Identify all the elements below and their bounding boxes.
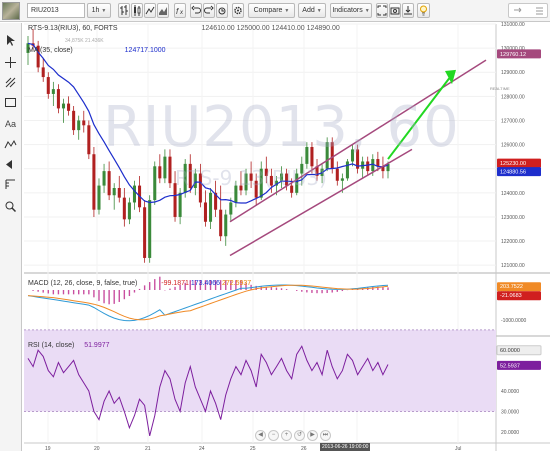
crosshair-date-label: 2013-06-26 19:00:00 <box>320 443 371 451</box>
candle-body <box>203 202 207 222</box>
price-tick-label: 129000.00 <box>501 70 525 76</box>
scroll-left-icon[interactable]: ◀ <box>255 430 266 441</box>
candle-body <box>46 77 50 94</box>
scroll-right-icon[interactable]: ▶ <box>307 430 318 441</box>
rsi-legend: RSI (14, close) 51.9977 <box>28 342 110 349</box>
candle-body <box>97 185 101 210</box>
reset-icon[interactable]: ↺ <box>294 430 305 441</box>
macd-hist-value: -99.1871 <box>161 280 189 287</box>
candle-body <box>132 185 136 203</box>
price-chart[interactable]: 131000.00130000.00129000.00128000.001270… <box>0 0 550 451</box>
rsi-tag-value: 52.5937 <box>500 363 520 369</box>
candle-body <box>178 192 182 217</box>
macd-tag-orange: 203.7522 <box>500 284 523 290</box>
rsi-value: 51.9977 <box>84 342 110 349</box>
candle-body <box>107 171 111 196</box>
candle-body <box>229 202 233 215</box>
macd-signal-value: 272.5937 <box>221 280 252 287</box>
candle-body <box>92 154 96 210</box>
time-tick-label: Jul <box>455 446 461 451</box>
candle-body <box>77 120 81 131</box>
macd-tick-label: -1000.0000 <box>501 318 527 324</box>
main-title: RTS-9.13(RIU3), 60, FORTS <box>28 25 118 32</box>
scroll-end-icon[interactable]: ⏭ <box>320 430 331 441</box>
rsi-label: RSI (14, close) <box>28 342 75 349</box>
candle-body <box>56 89 60 109</box>
candle-body <box>340 178 344 181</box>
candle-body <box>127 202 131 220</box>
time-tick-label: 21 <box>145 446 151 451</box>
candle-body <box>122 197 126 220</box>
price-tag-last: 125230.00 <box>500 161 526 167</box>
macd-label: MACD (12, 26, close, 9, false, true) <box>28 280 138 287</box>
candle-body <box>148 200 152 258</box>
time-tick-label: 26 <box>301 446 307 451</box>
ma-value: 124717.1000 <box>124 47 166 54</box>
candle-body <box>168 156 172 184</box>
macd-line <box>27 284 389 322</box>
candle-body <box>82 120 86 126</box>
price-tick-label: 123000.00 <box>501 215 525 221</box>
time-tick-label: 25 <box>250 446 256 451</box>
high-value: 125000.00 <box>236 25 270 32</box>
time-tick-label: 24 <box>199 446 205 451</box>
candle-body <box>376 159 380 167</box>
ma-legend: MA (35, close) 124717.1000 <box>28 47 166 54</box>
macd-legend: MACD (12, 26, close, 9, false, true) -99… <box>28 280 251 287</box>
rsi-tick-label: 30.0000 <box>501 409 519 415</box>
candle-body <box>87 125 91 155</box>
candle-body <box>67 103 71 111</box>
candle-body <box>117 188 121 198</box>
candle-body <box>219 209 223 237</box>
macd-tag-red: -21.0683 <box>500 293 522 299</box>
candle-body <box>153 166 157 201</box>
candle-body <box>102 171 106 186</box>
candle-body <box>335 168 339 181</box>
price-tick-label: 127000.00 <box>501 118 525 124</box>
price-tag-ma: 124880.56 <box>500 170 526 176</box>
ma-label: MA (35, close) <box>28 47 73 54</box>
price-tick-label: 121000.00 <box>501 263 525 269</box>
zoom-in-icon[interactable]: + <box>281 430 292 441</box>
candle-body <box>158 166 162 179</box>
open-value: 124610.00 <box>201 25 235 32</box>
rsi-tick-label: 40.0000 <box>501 389 519 395</box>
candle-body <box>143 207 147 258</box>
price-tick-label: 124000.00 <box>501 191 525 197</box>
price-tick-label: 131000.00 <box>501 22 525 28</box>
price-tag-channel: 129760.12 <box>500 52 526 58</box>
candle-body <box>41 67 45 78</box>
description-watermark: RTS-9.13(RIU3) <box>175 166 327 190</box>
candle-body <box>112 188 116 196</box>
candle-body <box>366 161 370 172</box>
low-value: 124410.00 <box>271 25 305 32</box>
macd-line-value: 173.4066 <box>190 280 221 287</box>
realtime-label: REALTIME <box>490 86 510 91</box>
price-tick-label: 126000.00 <box>501 143 525 149</box>
candle-body <box>224 214 228 237</box>
zoom-out-icon[interactable]: − <box>268 430 279 441</box>
rsi-tag-top: 60.0000 <box>500 348 520 354</box>
candle-body <box>51 89 55 94</box>
candle-body <box>72 110 76 131</box>
symbol-watermark: RIU2013, 60 <box>103 95 460 160</box>
main-legend: RTS-9.13(RIU3), 60, FORTS 124610.00 1250… <box>28 25 340 32</box>
candle-body <box>209 192 213 222</box>
volume-legend: 34,875K 21.436K <box>65 38 104 44</box>
price-tick-label: 128000.00 <box>501 94 525 100</box>
candle-body <box>345 161 349 179</box>
macd-signal-line <box>27 284 389 321</box>
time-tick-label: 19 <box>45 446 51 451</box>
candle-body <box>61 103 66 109</box>
price-tick-label: 122000.00 <box>501 239 525 245</box>
rsi-tick-label: 20.0000 <box>501 430 519 436</box>
close-value: 124890.00 <box>306 25 340 32</box>
time-tick-label: 20 <box>94 446 100 451</box>
